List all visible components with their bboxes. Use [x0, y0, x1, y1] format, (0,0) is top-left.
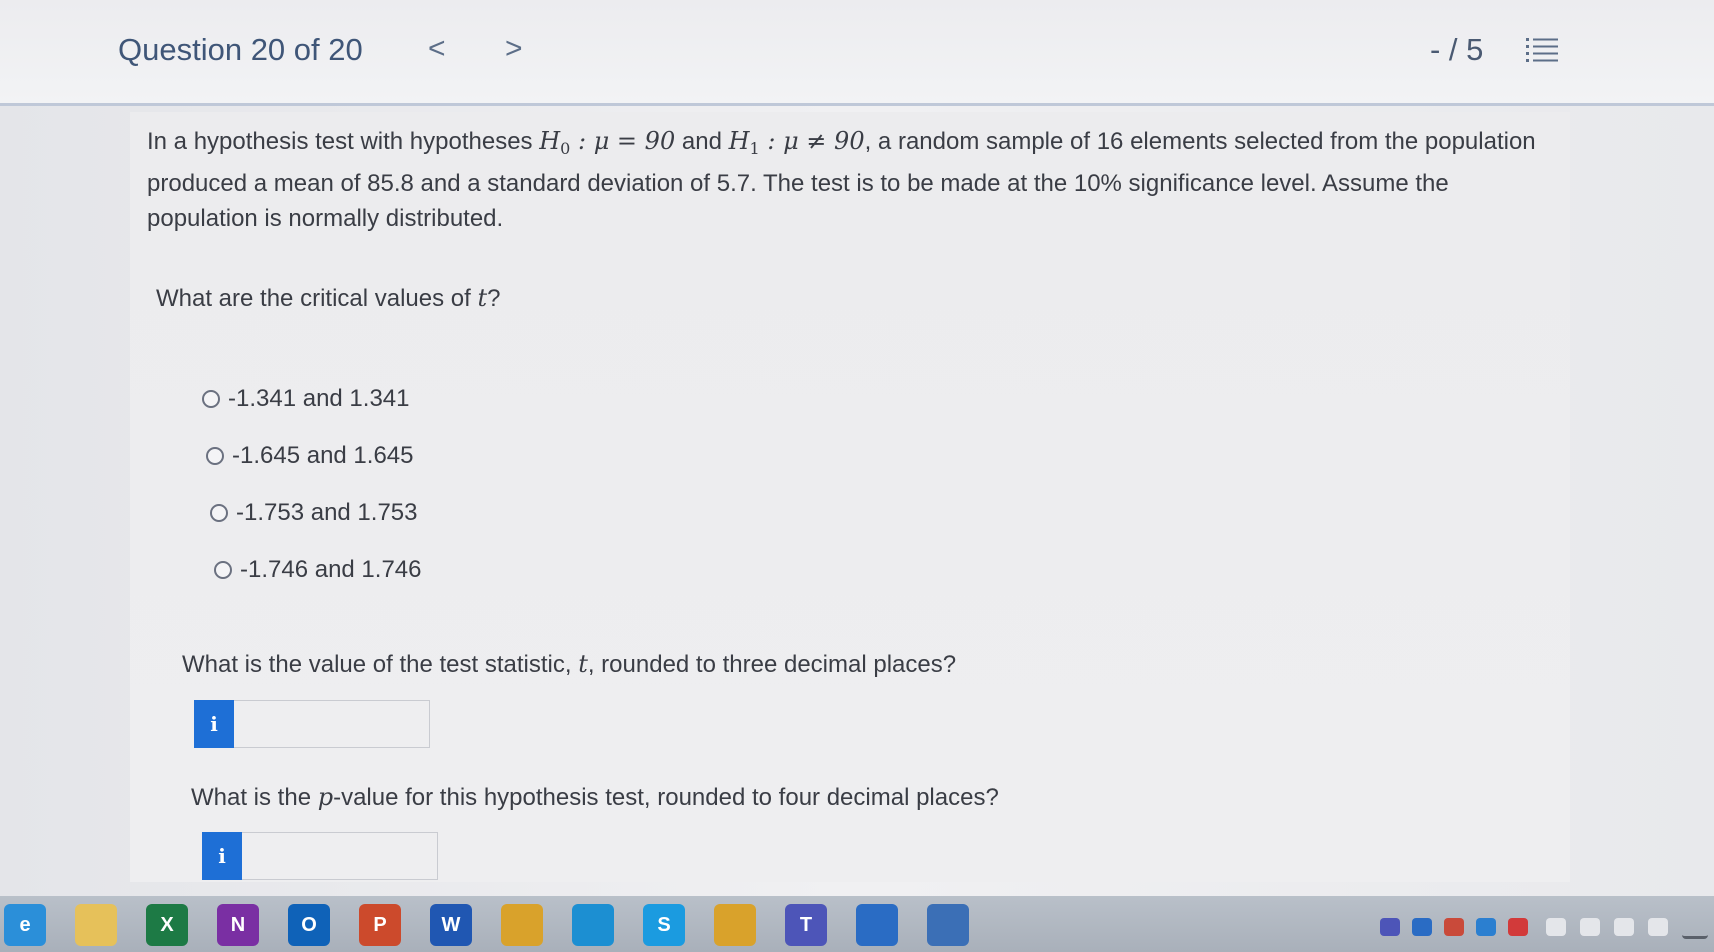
p-value-input[interactable] [242, 832, 438, 880]
clipboard-tray-icon[interactable] [1546, 918, 1566, 936]
chrome-icon[interactable] [501, 904, 543, 946]
p-variable: p [317, 783, 334, 811]
test-statistic-answer: i [194, 700, 430, 748]
question-counter: Question 20 of 20 [118, 32, 363, 67]
edge-icon[interactable] [572, 904, 614, 946]
globe-app-icon[interactable] [927, 904, 969, 946]
edge-legacy-icon[interactable]: e [4, 904, 46, 946]
radio-button[interactable] [210, 504, 228, 522]
antivirus-tray-icon[interactable] [1508, 918, 1528, 936]
powerpoint-icon[interactable]: P [359, 904, 401, 946]
flag-icon[interactable] [1648, 918, 1668, 936]
problem-statement: In a hypothesis test with hypotheses H0 … [147, 124, 1547, 236]
test-statistic-question: What is the value of the test statistic,… [182, 650, 957, 678]
taskbar: e XNOPW S T [0, 896, 1714, 952]
option-a[interactable]: -1.341 and 1.341 [202, 384, 410, 414]
battery-icon[interactable] [1614, 918, 1634, 936]
t-variable: t [578, 650, 588, 678]
option-label: -1.645 and 1.645 [232, 442, 414, 469]
file-explorer-icon[interactable] [75, 904, 117, 946]
teams-tray-icon[interactable] [1380, 918, 1400, 936]
score-display: - / 5 [1430, 32, 1484, 67]
option-label: -1.753 and 1.753 [236, 499, 418, 526]
volume-icon[interactable] [1580, 918, 1600, 936]
null-hypothesis: H0 : μ = 90 [539, 127, 676, 158]
sync-tray-icon[interactable] [1444, 918, 1464, 936]
critical-values-question: What are the critical values of t? [156, 284, 501, 312]
t-variable: t [477, 284, 488, 312]
info-button[interactable]: i [194, 700, 234, 748]
chrome-profile-icon[interactable] [714, 904, 756, 946]
security-shield-icon[interactable] [856, 904, 898, 946]
radio-button[interactable] [214, 561, 232, 579]
onenote-icon[interactable]: N [217, 904, 259, 946]
outlook-icon[interactable]: O [288, 904, 330, 946]
onedrive-tray-icon[interactable] [1412, 918, 1432, 936]
cloud-tray-icon[interactable] [1476, 918, 1496, 936]
option-b[interactable]: -1.645 and 1.645 [206, 441, 414, 471]
option-label: -1.341 and 1.341 [228, 385, 410, 412]
p-value-answer: i [202, 832, 438, 880]
p-value-question: What is the p-value for this hypothesis … [191, 783, 999, 811]
alternative-hypothesis: H1 : μ ≠ 90 [728, 127, 865, 158]
question-list-icon[interactable] [1526, 36, 1558, 64]
radio-button[interactable] [206, 447, 224, 465]
radio-button[interactable] [202, 390, 220, 408]
option-label: -1.746 and 1.746 [240, 556, 422, 583]
question-header: Question 20 of 20 < > - / 5 [0, 0, 1714, 106]
info-button[interactable]: i [202, 832, 242, 880]
test-statistic-input[interactable] [234, 700, 430, 748]
option-d[interactable]: -1.746 and 1.746 [214, 555, 422, 585]
option-c[interactable]: -1.753 and 1.753 [210, 498, 418, 528]
problem-and-text: and [675, 128, 729, 155]
previous-question-button[interactable]: < [428, 32, 446, 66]
teams-icon[interactable]: T [785, 904, 827, 946]
problem-text-start: In a hypothesis test with hypotheses [147, 128, 540, 155]
skype-icon[interactable]: S [643, 904, 685, 946]
excel-icon[interactable]: X [146, 904, 188, 946]
word-icon[interactable]: W [430, 904, 472, 946]
network-signal-icon[interactable] [1682, 918, 1708, 939]
next-question-button[interactable]: > [505, 32, 523, 66]
